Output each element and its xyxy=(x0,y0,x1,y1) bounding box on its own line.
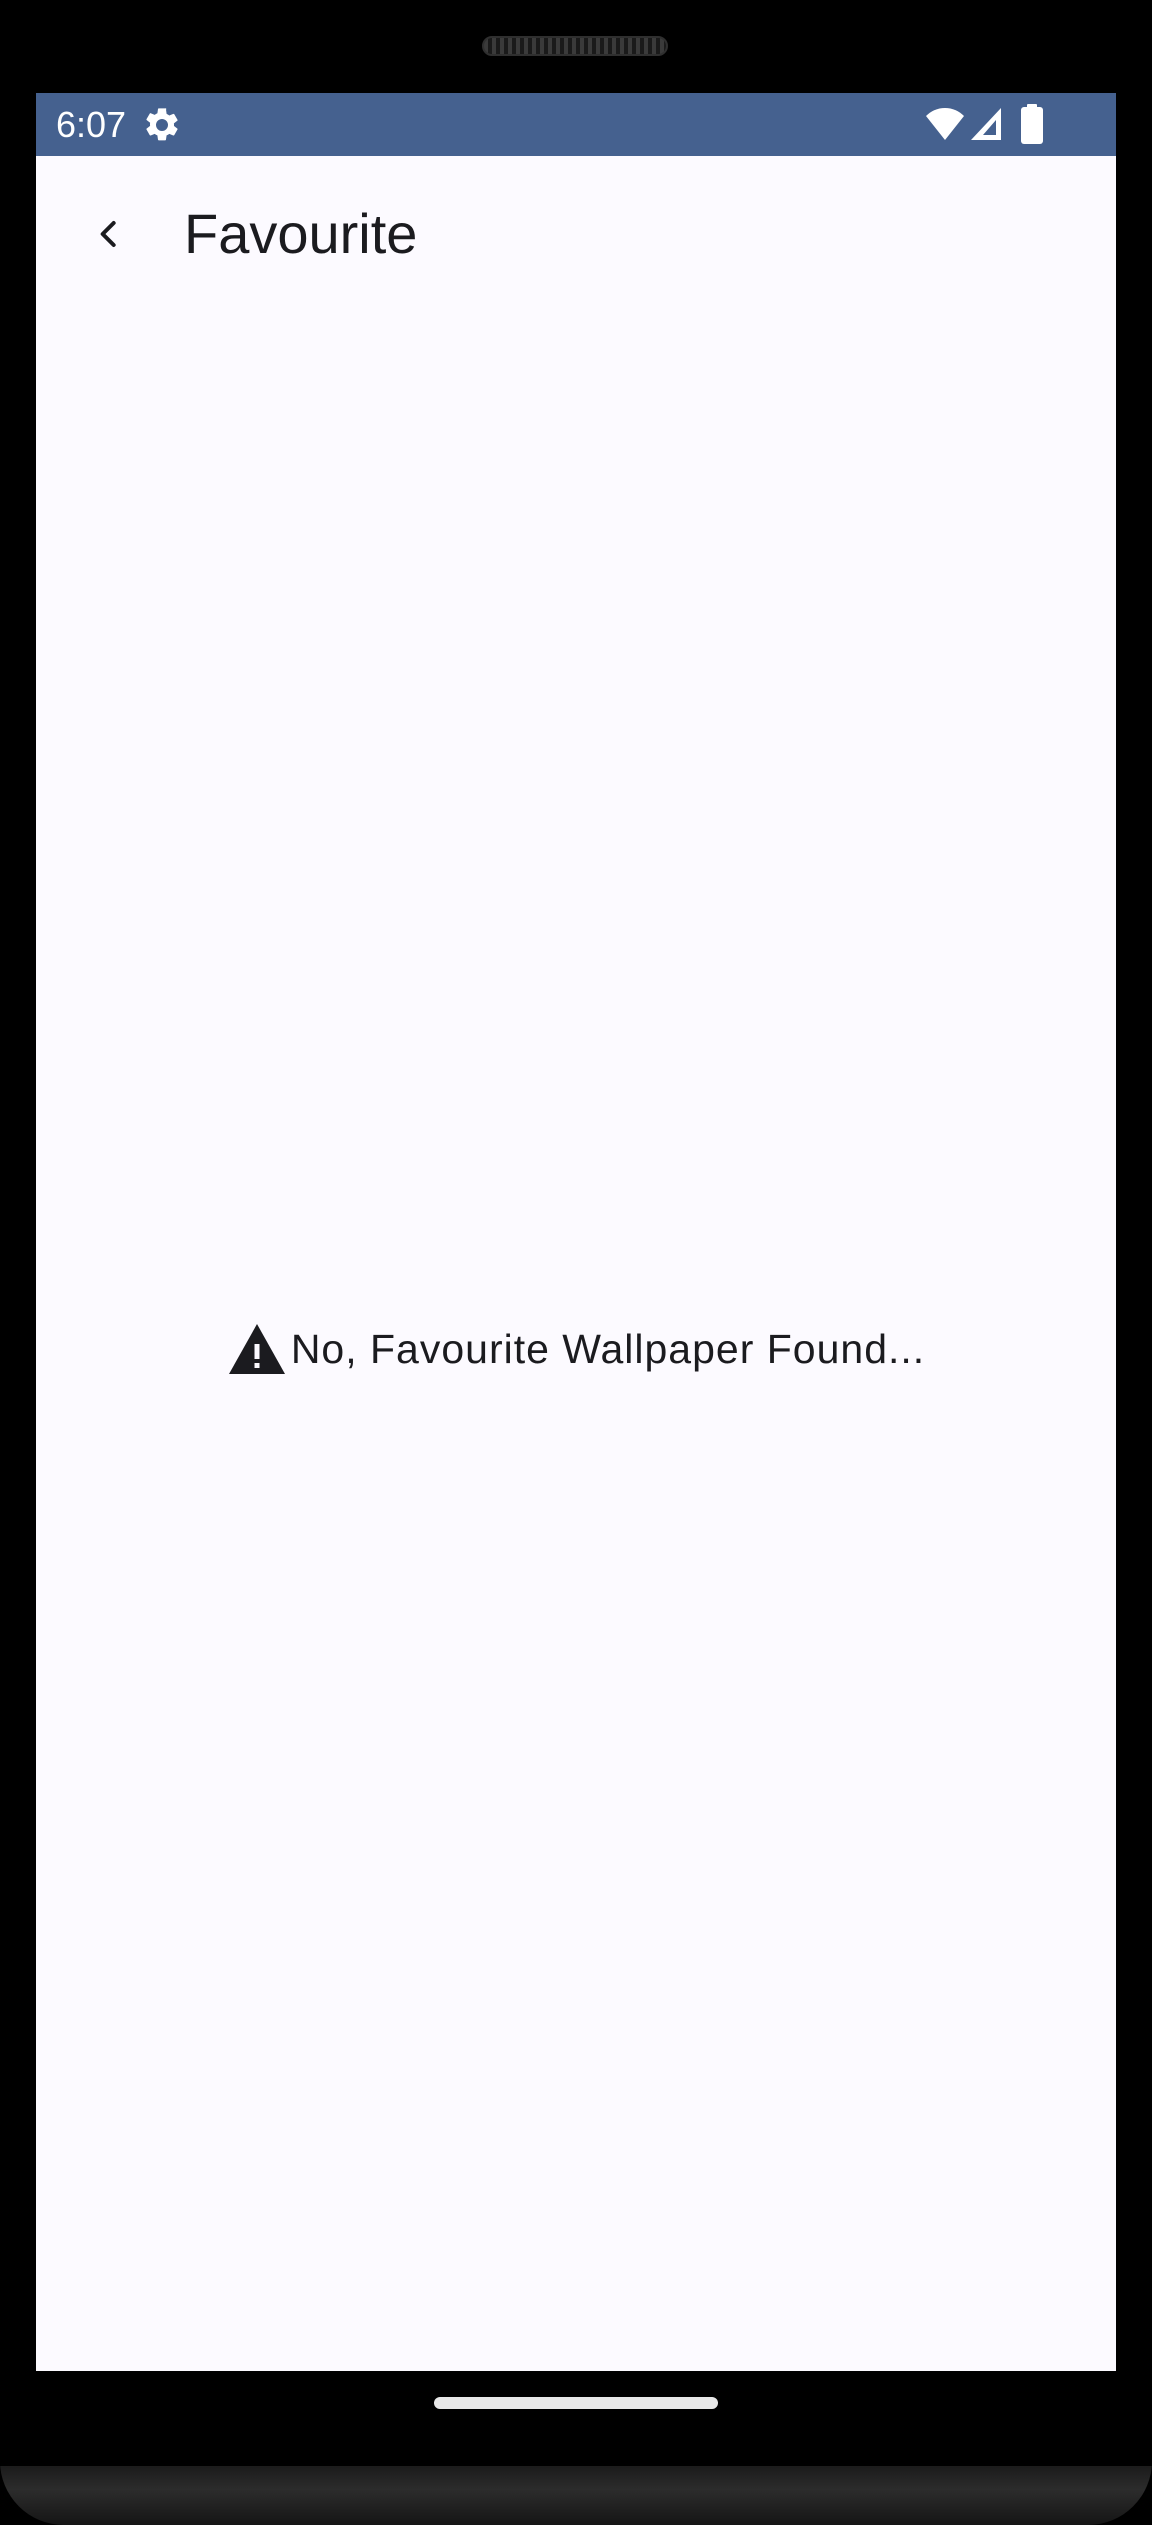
app-screen: 6:07 Favourite No, Favourite Wallpaper F… xyxy=(36,93,1116,2371)
status-time: 6:07 xyxy=(56,104,127,145)
battery-icon xyxy=(1021,104,1043,144)
back-button[interactable] xyxy=(72,198,144,270)
speaker-grille xyxy=(482,36,668,56)
page-title: Favourite xyxy=(184,202,418,265)
phone-device-frame: 6:07 Favourite No, Favourite Wallpaper F… xyxy=(0,0,1152,2525)
wifi-icon xyxy=(926,108,964,140)
settings-icon xyxy=(146,108,178,141)
chevron-left-icon xyxy=(100,221,116,247)
signal-icon xyxy=(971,108,1001,140)
top-app-bar: Favourite xyxy=(36,156,1116,336)
empty-state-message: No, Favourite Wallpaper Found... xyxy=(290,1326,926,1372)
gesture-navigation-handle[interactable] xyxy=(434,2397,718,2409)
warning-icon xyxy=(228,1324,285,1374)
empty-state: No, Favourite Wallpaper Found... xyxy=(36,1319,1116,1379)
device-bottom-bezel xyxy=(0,2466,1152,2525)
status-bar: 6:07 xyxy=(36,93,1116,156)
